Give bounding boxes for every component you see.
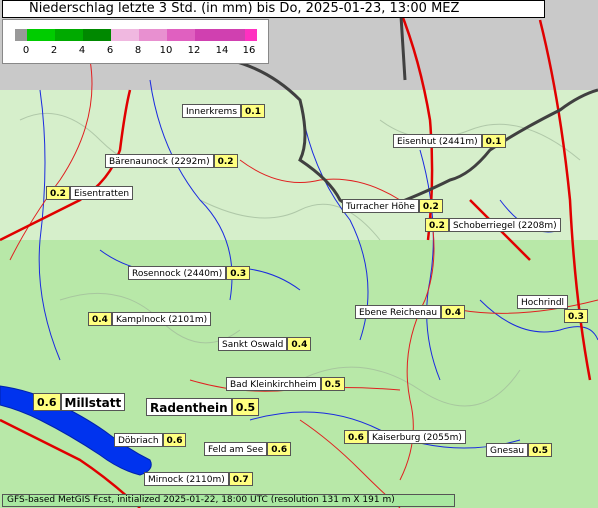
place-name: Rosennock (2440m) xyxy=(128,266,227,280)
place-label: Gnesau 0.5 xyxy=(486,443,553,457)
place-label: Turracher Höhe 0.2 xyxy=(342,199,443,213)
legend-segment-0 xyxy=(15,29,27,41)
place-name: Schoberriegel (2208m) xyxy=(448,218,561,232)
place-label: Bärenaunock (2292m) 0.2 xyxy=(105,154,238,168)
place-name: Radenthein xyxy=(146,398,232,416)
place-value: 0.2 xyxy=(46,186,70,200)
legend-tick: 12 xyxy=(187,45,201,56)
place-name: Eisentratten xyxy=(69,186,134,200)
place-value: 0.5 xyxy=(528,443,553,457)
place-value: 0.1 xyxy=(481,134,506,148)
legend-segment-4 xyxy=(111,29,139,41)
place-label: 0.3 xyxy=(564,309,588,323)
map-title: Niederschlag letzte 3 Std. (in mm) bis D… xyxy=(2,0,545,18)
legend-tick: 2 xyxy=(50,45,58,56)
legend-segment-5 xyxy=(139,29,167,41)
place-value: 0.6 xyxy=(33,393,61,411)
place-value: 0.3 xyxy=(564,309,588,323)
place-name: Hochrindl xyxy=(517,295,569,309)
place-name: Ebene Reichenau xyxy=(355,305,442,319)
legend-tick: 0 xyxy=(22,45,30,56)
place-value: 0.6 xyxy=(267,442,292,456)
place-value: 0.2 xyxy=(418,199,443,213)
place-value: 0.1 xyxy=(241,104,265,118)
place-name: Kaiserburg (2055m) xyxy=(367,430,466,444)
place-label: Ebene Reichenau 0.4 xyxy=(355,305,465,319)
legend-segment-1 xyxy=(27,29,55,41)
place-name: Bad Kleinkirchheim xyxy=(226,377,321,391)
legend-segment-3 xyxy=(83,29,111,41)
forecast-footer: GFS-based MetGIS Fcst, initialized 2025-… xyxy=(2,494,455,507)
place-label: Bad Kleinkirchheim 0.5 xyxy=(226,377,345,391)
place-label: Radenthein 0.5 xyxy=(146,398,260,416)
place-value: 0.7 xyxy=(228,472,253,486)
place-value: 0.5 xyxy=(320,377,345,391)
legend-tick: 10 xyxy=(159,45,173,56)
place-name: Döbriach xyxy=(114,433,163,447)
place-value: 0.2 xyxy=(425,218,449,232)
place-label: Mirnock (2110m) 0.7 xyxy=(144,472,253,486)
place-label: 0.4 Kamplnock (2101m) xyxy=(88,312,212,326)
place-label: Döbriach 0.6 xyxy=(114,433,187,447)
legend-color-bar xyxy=(15,29,257,41)
legend-segment-2 xyxy=(55,29,83,41)
legend-segment-7 xyxy=(195,29,245,41)
place-value: 0.4 xyxy=(88,312,112,326)
legend-tick: 8 xyxy=(134,45,142,56)
legend-tick: 14 xyxy=(215,45,229,56)
place-name: Innerkrems xyxy=(182,104,242,118)
place-label: Eisenhut (2441m) 0.1 xyxy=(393,134,506,148)
legend-segment-8 xyxy=(245,29,257,41)
place-name: Millstatt xyxy=(60,393,126,411)
place-name: Feld am See xyxy=(204,442,268,456)
precipitation-map xyxy=(0,0,598,508)
place-label: 0.6 Millstatt xyxy=(33,393,126,411)
place-label: Feld am See 0.6 xyxy=(204,442,292,456)
place-value: 0.3 xyxy=(226,266,251,280)
legend-tick: 16 xyxy=(242,45,256,56)
place-name: Kamplnock (2101m) xyxy=(111,312,212,326)
place-name: Bärenaunock (2292m) xyxy=(105,154,214,168)
legend-tick: 4 xyxy=(78,45,86,56)
place-value: 0.6 xyxy=(162,433,187,447)
place-label: Sankt Oswald 0.4 xyxy=(218,337,312,351)
place-label: 0.6 Kaiserburg (2055m) xyxy=(344,430,466,444)
place-label: 0.2 Schoberriegel (2208m) xyxy=(425,218,561,232)
place-label: 0.2 Eisentratten xyxy=(46,186,134,200)
legend-tick: 6 xyxy=(106,45,114,56)
place-value: 0.2 xyxy=(213,154,238,168)
place-name: Sankt Oswald xyxy=(218,337,288,351)
place-label: Rosennock (2440m) 0.3 xyxy=(128,266,251,280)
color-legend: 0 2 4 6 8 10 12 14 16 xyxy=(2,19,269,64)
place-name: Turracher Höhe xyxy=(342,199,419,213)
place-value: 0.4 xyxy=(441,305,465,319)
place-value: 0.5 xyxy=(231,398,260,416)
place-name: Eisenhut (2441m) xyxy=(393,134,482,148)
place-label: Hochrindl xyxy=(517,295,569,309)
place-name: Mirnock (2110m) xyxy=(144,472,229,486)
place-name: Gnesau xyxy=(486,443,529,457)
legend-segment-6 xyxy=(167,29,195,41)
place-value: 0.4 xyxy=(287,337,312,351)
place-label: Innerkrems 0.1 xyxy=(182,104,265,118)
place-value: 0.6 xyxy=(344,430,368,444)
